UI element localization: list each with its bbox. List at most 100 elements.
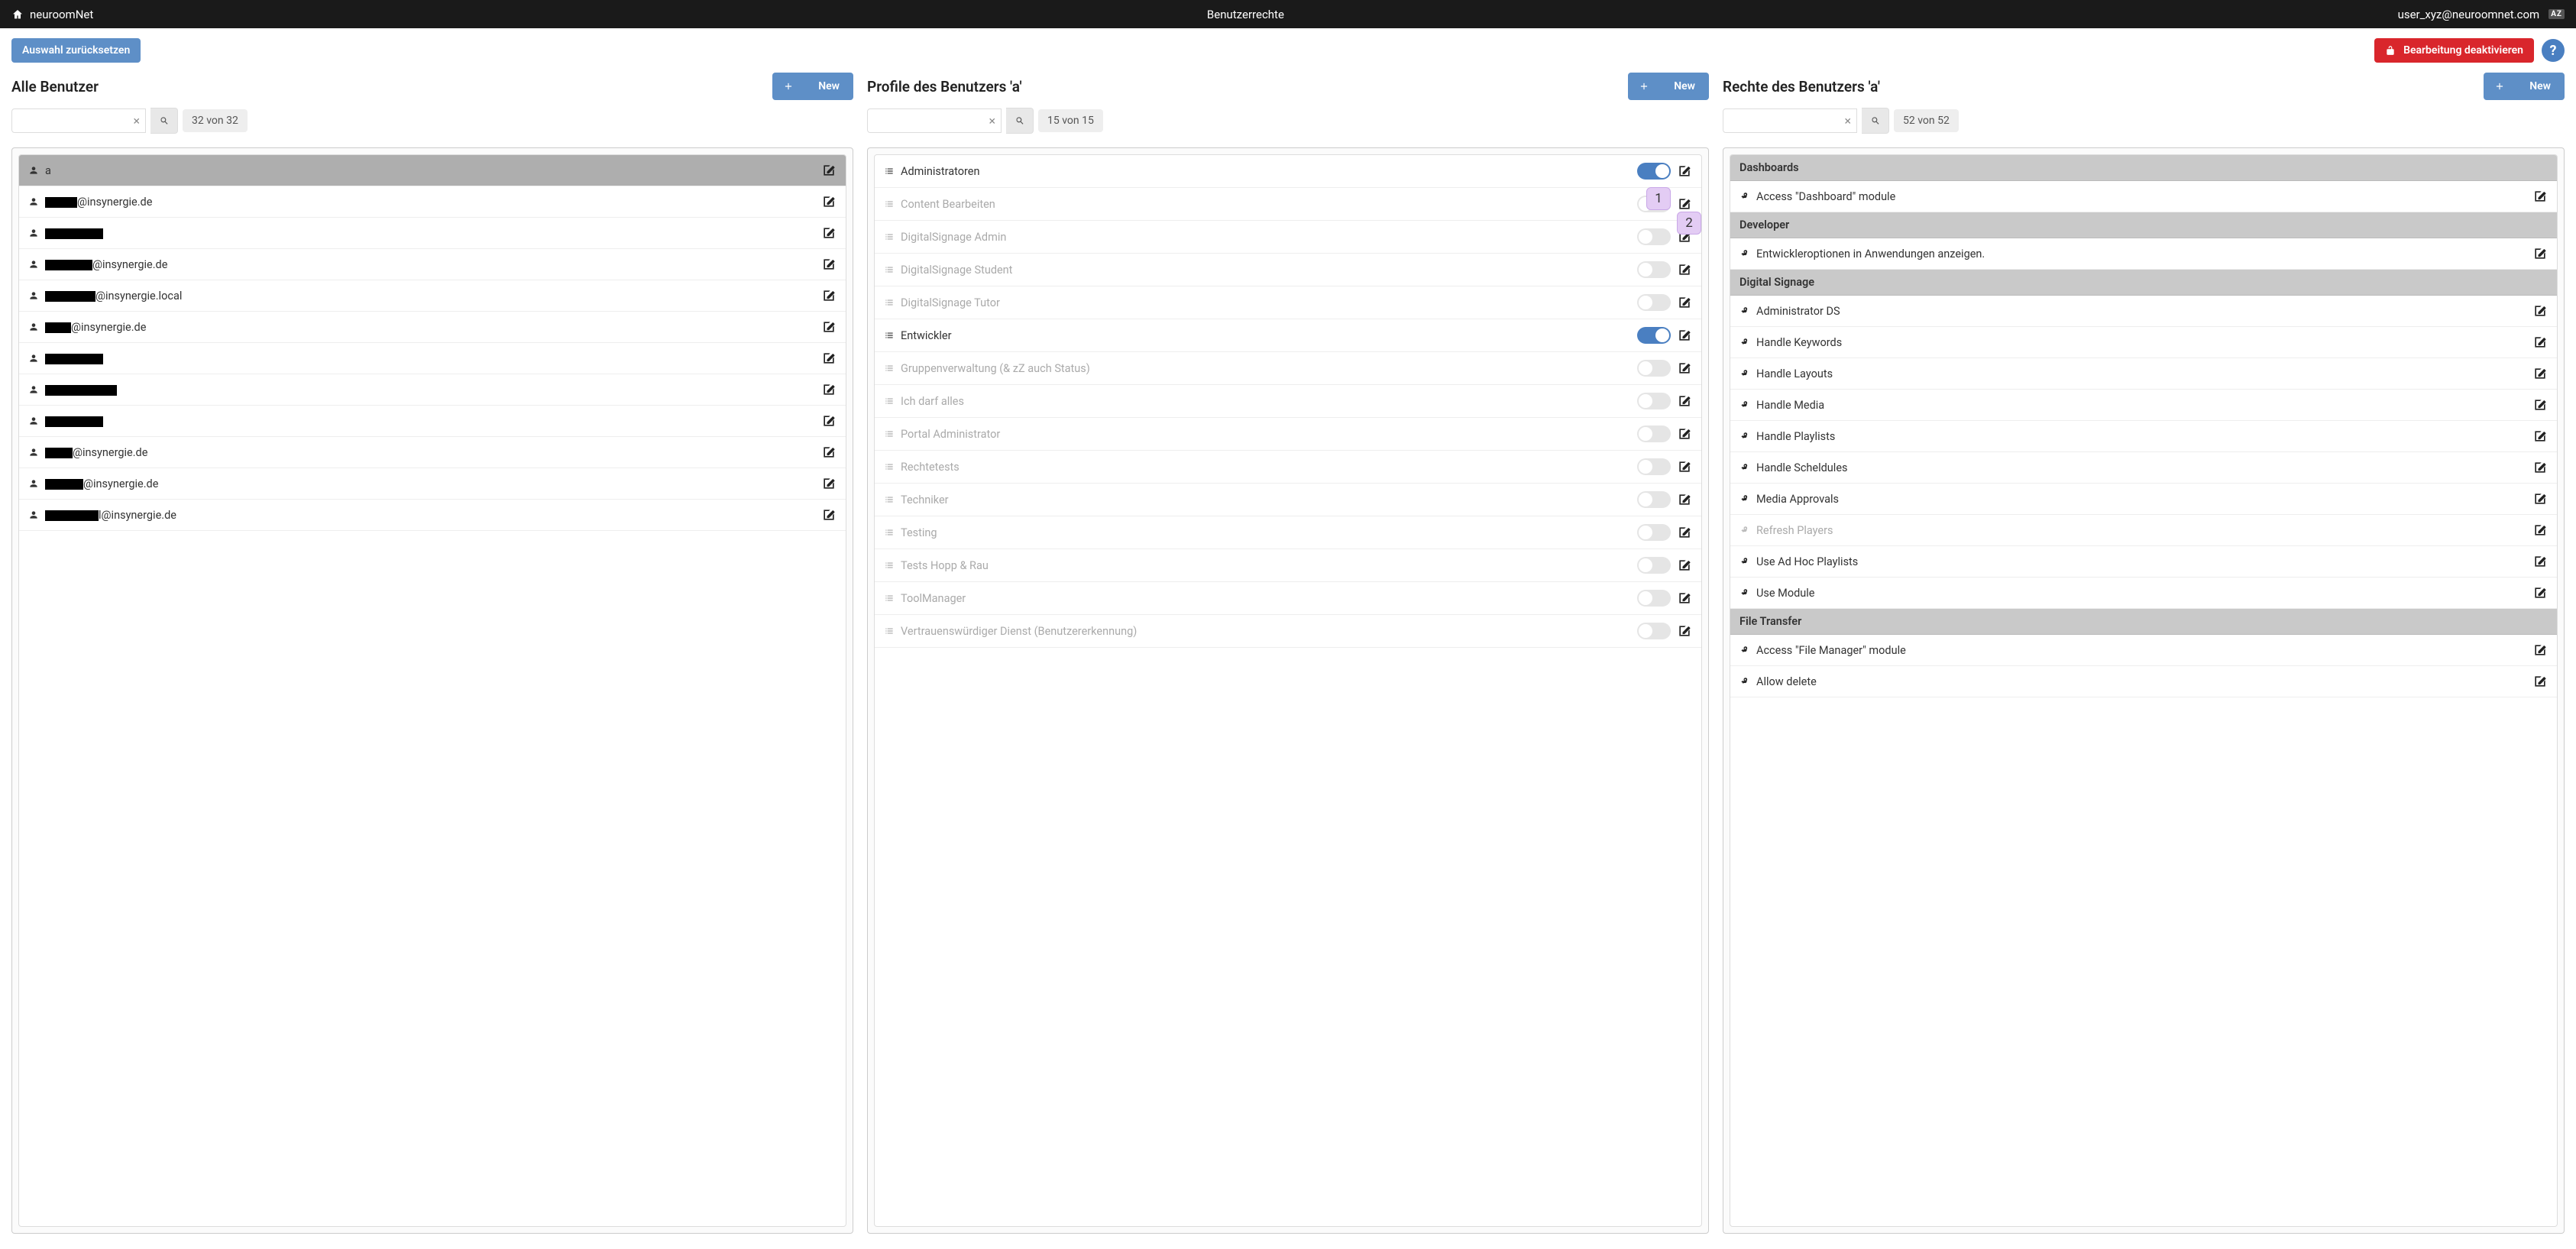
edit-icon[interactable] [821,445,837,460]
user-row[interactable] [19,218,846,249]
profiles-search-input[interactable] [867,108,1002,133]
users-search-button[interactable] [150,108,178,134]
edit-icon[interactable] [821,413,837,429]
edit-icon[interactable] [2532,189,2548,204]
edit-icon[interactable] [821,163,837,178]
profile-toggle[interactable] [1637,557,1671,574]
clear-icon[interactable]: × [133,114,140,128]
edit-icon[interactable] [2532,460,2548,475]
edit-icon[interactable] [2532,491,2548,506]
profile-toggle[interactable] [1637,623,1671,639]
edit-icon[interactable] [2532,429,2548,444]
user-row[interactable]: @insynergie.local [19,280,846,312]
edit-icon[interactable] [821,194,837,209]
user-email[interactable]: user_xyz@neuroomnet.com [2398,8,2540,21]
edit-icon[interactable] [821,382,837,397]
edit-icon[interactable] [2532,642,2548,658]
user-row[interactable]: a [19,155,846,186]
edit-icon[interactable] [821,257,837,272]
edit-icon[interactable] [1677,328,1692,343]
edit-icon[interactable] [821,507,837,523]
new-profile-button[interactable]: New [1660,73,1709,100]
edit-icon[interactable] [2532,674,2548,689]
key-icon [1739,676,1750,687]
edit-icon[interactable] [1677,525,1692,540]
edit-icon[interactable] [2532,523,2548,538]
rights-search-input[interactable] [1723,108,1857,133]
edit-icon[interactable] [2532,246,2548,261]
edit-icon[interactable] [1677,492,1692,507]
add-user-button[interactable] [772,73,804,100]
plus-icon [783,81,794,92]
profiles-search-button[interactable] [1006,108,1034,134]
edit-icon[interactable] [821,225,837,241]
edit-icon[interactable] [2532,366,2548,381]
disable-editing-button[interactable]: Bearbeitung deaktivieren [2374,38,2534,63]
profile-toggle[interactable] [1637,294,1671,311]
profile-toggle[interactable] [1637,590,1671,607]
plus-icon [2494,81,2505,92]
profile-toggle[interactable] [1637,491,1671,508]
edit-icon[interactable] [821,288,837,303]
new-right-button[interactable]: New [2516,73,2565,100]
profile-toggle[interactable] [1637,360,1671,377]
users-search-input[interactable] [11,108,146,133]
edit-icon[interactable] [2532,303,2548,319]
user-row[interactable]: @insynergie.de [19,312,846,343]
reset-selection-button[interactable]: Auswahl zurücksetzen [11,38,141,63]
profile-toggle[interactable] [1637,393,1671,409]
edit-icon[interactable] [1677,196,1692,212]
profile-toggle[interactable] [1637,327,1671,344]
home-icon[interactable] [11,8,24,21]
right-row: Handle Layouts [1730,358,2557,390]
edit-icon[interactable] [1677,558,1692,573]
user-row[interactable]: @insynergie.de [19,468,846,500]
list-icon [884,593,895,603]
key-icon [1739,337,1750,348]
edit-icon[interactable] [1677,459,1692,474]
edit-icon[interactable] [1677,295,1692,310]
user-row[interactable]: @insynergie.de [19,437,846,468]
edit-icon[interactable] [1677,361,1692,376]
profile-toggle[interactable] [1637,261,1671,278]
edit-icon[interactable] [1677,393,1692,409]
edit-icon[interactable] [821,476,837,491]
edit-icon[interactable] [821,351,837,366]
profile-row: Techniker [875,484,1701,516]
user-row[interactable]: @insynergie.de [19,249,846,280]
edit-icon[interactable] [1677,262,1692,277]
profile-toggle[interactable] [1637,458,1671,475]
clear-icon[interactable]: × [989,114,995,128]
clear-icon[interactable]: × [1844,114,1851,128]
new-user-button[interactable]: New [804,73,853,100]
profile-toggle[interactable] [1637,228,1671,245]
edit-icon[interactable] [821,319,837,335]
edit-icon[interactable] [2532,335,2548,350]
user-icon [28,384,39,395]
add-profile-button[interactable] [1628,73,1660,100]
help-button[interactable]: ? [2542,39,2565,62]
edit-icon[interactable] [2532,554,2548,569]
right-label: Access "File Manager" module [1756,644,2526,657]
edit-icon[interactable] [2532,585,2548,600]
edit-icon[interactable] [1677,623,1692,639]
profile-label: Vertrauenswürdiger Dienst (Benutzererken… [901,625,1631,638]
profile-toggle[interactable] [1637,524,1671,541]
edit-icon[interactable] [1677,426,1692,442]
user-row[interactable] [19,406,846,437]
user-row[interactable]: l@insynergie.de [19,500,846,531]
edit-icon[interactable] [2532,397,2548,413]
edit-icon[interactable] [1677,163,1692,179]
profile-row: Portal Administrator [875,418,1701,451]
language-badge[interactable]: AZ [2548,9,2565,19]
user-row[interactable]: @insynergie.de [19,186,846,218]
edit-icon[interactable] [1677,591,1692,606]
user-row[interactable] [19,374,846,406]
add-right-button[interactable] [2484,73,2516,100]
rights-search-button[interactable] [1862,108,1889,134]
right-row: Media Approvals [1730,484,2557,515]
profile-toggle[interactable] [1637,426,1671,442]
profile-label: DigitalSignage Student [901,264,1631,277]
user-row[interactable] [19,343,846,374]
profile-toggle[interactable] [1637,163,1671,180]
